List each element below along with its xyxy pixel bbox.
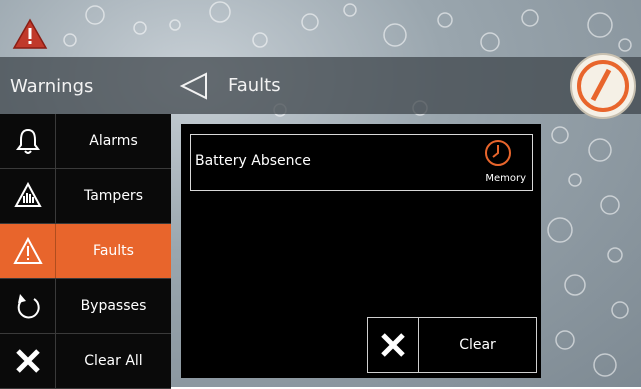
memory-label: Memory xyxy=(485,173,526,184)
sidebar-item-faults[interactable]: Faults xyxy=(0,224,171,279)
x-icon xyxy=(368,318,419,372)
sidebar-item-label: Faults xyxy=(93,243,134,259)
warning-icon xyxy=(0,224,56,278)
rotate-arrow-icon xyxy=(0,279,56,333)
fault-row[interactable]: Battery Absence Memory xyxy=(190,134,533,191)
header-bar xyxy=(0,57,641,114)
warning-logo-icon xyxy=(12,18,48,49)
faults-panel: Battery Absence Memory Clear xyxy=(181,124,541,378)
clear-button-label: Clear xyxy=(459,337,496,353)
section-title: Faults xyxy=(228,75,281,96)
clear-button[interactable]: Clear xyxy=(367,317,537,373)
sidebar-item-label: Bypasses xyxy=(80,298,147,314)
sidebar-item-clear-all[interactable]: Clear All xyxy=(0,334,171,389)
brand-logo xyxy=(570,53,636,119)
sidebar: Alarms Tampers Faults Bypasses Clear All xyxy=(0,114,171,389)
page-title: Warnings xyxy=(10,76,94,97)
sidebar-item-label: Tampers xyxy=(83,188,143,204)
clock-icon xyxy=(485,140,511,166)
hand-icon xyxy=(0,169,56,223)
sidebar-item-bypasses[interactable]: Bypasses xyxy=(0,279,171,334)
sidebar-item-label: Clear All xyxy=(84,353,143,369)
fault-name: Battery Absence xyxy=(195,153,311,169)
sidebar-item-tampers[interactable]: Tampers xyxy=(0,169,171,224)
x-icon xyxy=(0,334,56,388)
sidebar-item-label: Alarms xyxy=(89,133,138,149)
sidebar-item-alarms[interactable]: Alarms xyxy=(0,114,171,169)
back-arrow-icon[interactable] xyxy=(178,70,210,102)
bell-icon xyxy=(0,114,56,168)
